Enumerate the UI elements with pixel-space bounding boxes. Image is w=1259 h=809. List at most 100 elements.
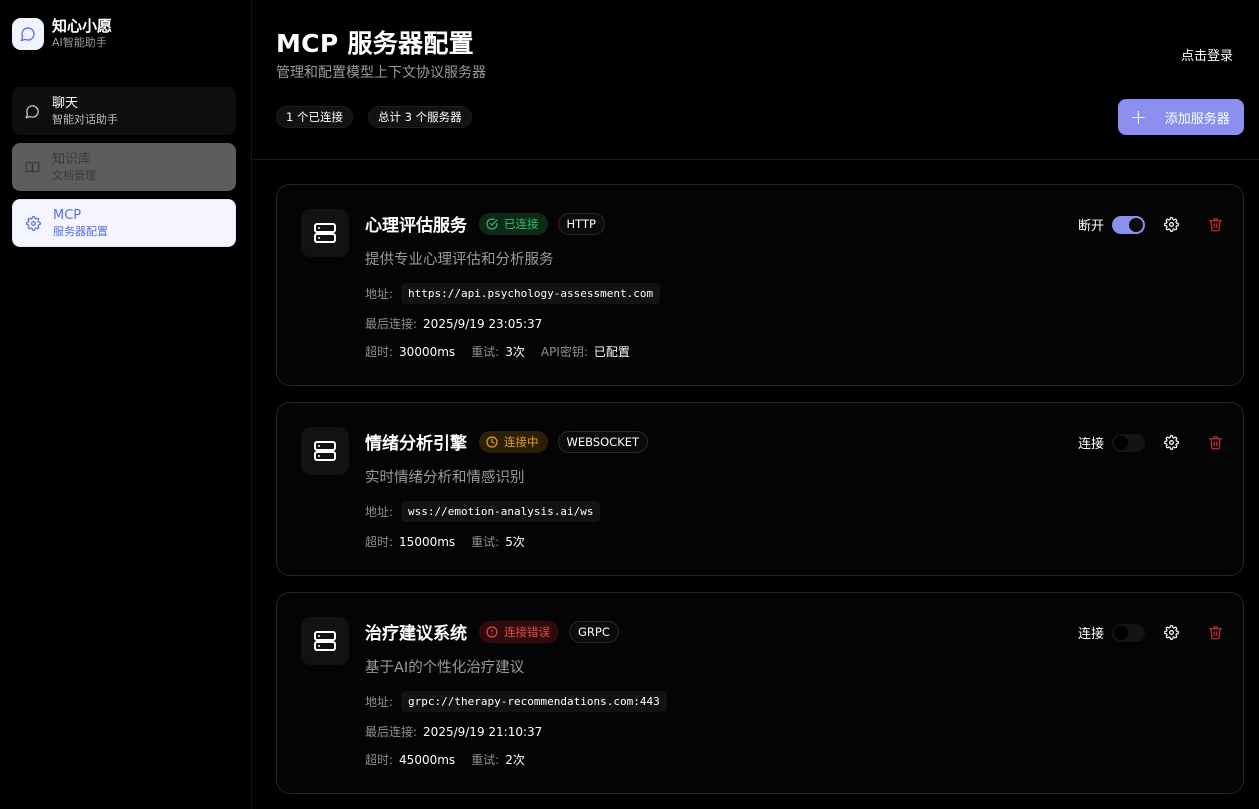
retry-value: 3次 [505, 345, 525, 359]
clock-icon [486, 435, 498, 448]
protocol-badge: WEBSOCKET [557, 430, 649, 453]
server-controls: 连接 [1078, 433, 1223, 452]
gear-icon [25, 215, 41, 231]
connection-toggle[interactable] [1112, 433, 1145, 452]
server-description: 提供专业心理评估和分析服务 [365, 252, 554, 268]
timeout-value: 45000ms [399, 752, 456, 767]
retry-value: 2次 [505, 753, 525, 767]
plus-icon: + [1130, 105, 1147, 129]
login-link[interactable]: 点击登录 [1181, 45, 1233, 64]
config-row: 超时: 15000ms 重试: 5次 [365, 533, 525, 550]
toggle-label: 断开 [1077, 219, 1104, 234]
config-row: 超时: 30000ms 重试: 3次 API密钥: 已配置 [365, 343, 630, 360]
gear-icon[interactable] [1163, 435, 1179, 451]
check-circle-icon [486, 217, 498, 230]
address-label: 地址: [365, 695, 394, 709]
server-name: 治疗建议系统 [365, 624, 467, 644]
main-content: MCP 服务器配置 管理和配置模型上下文协议服务器 点击登录 1 个已连接 总计… [253, 0, 1259, 809]
toggle-knob [1129, 217, 1143, 232]
server-controls: 连接 [1078, 623, 1223, 642]
sidebar: 知心小愿 AI智能助手 聊天 智能对话助手 知识库 文档管理 MCP 服务器配置 [0, 0, 252, 809]
status-text: 连接错误 [504, 624, 550, 639]
server-icon [301, 209, 349, 257]
gear-icon[interactable] [1163, 625, 1179, 641]
timeout-value: 30000ms [399, 344, 456, 359]
server-card: 心理评估服务 已连接 HTTP 提供专业心理评估和分析服务 地址: https:… [276, 184, 1244, 386]
header-divider [253, 159, 1259, 160]
status-badge: 已连接 [479, 212, 548, 235]
sidebar-item-label: 知识库 [52, 151, 92, 167]
last-connected-row: 最后连接: 2025/9/19 23:05:37 [365, 315, 542, 332]
page-subtitle: 管理和配置模型上下文协议服务器 [276, 65, 486, 81]
toggle-knob [1114, 435, 1128, 450]
timeout-label: 超时: [365, 345, 394, 359]
sidebar-item-sublabel: 服务器配置 [53, 224, 108, 238]
sidebar-item-label: MCP [53, 207, 82, 223]
address-row: 地址: grpc://therapy-recommendations.com:4… [365, 691, 667, 712]
trash-icon[interactable] [1207, 435, 1223, 451]
retry-label: 重试: [471, 535, 500, 549]
sidebar-item-label: 聊天 [52, 95, 79, 111]
brand-subtitle: AI智能助手 [52, 36, 107, 49]
sidebar-item-chat[interactable]: 聊天 智能对话助手 [12, 87, 236, 135]
retry-value: 5次 [505, 535, 525, 549]
total-count-badge: 总计 3 个服务器 [368, 106, 472, 128]
address-row: 地址: wss://emotion-analysis.ai/ws [365, 501, 601, 522]
sidebar-item-sublabel: 文档管理 [52, 168, 96, 182]
status-text: 连接中 [504, 434, 539, 449]
trash-icon[interactable] [1207, 217, 1223, 233]
last-connected-value: 2025/9/19 21:10:37 [423, 724, 543, 739]
logo-chat-icon [12, 17, 44, 50]
last-connected-value: 2025/9/19 23:05:37 [423, 316, 543, 331]
brand: 知心小愿 AI智能助手 [12, 17, 112, 50]
alert-circle-icon [486, 625, 498, 638]
retry-label: 重试: [471, 345, 500, 359]
toggle-knob [1114, 625, 1128, 640]
page-title: MCP 服务器配置 [276, 29, 474, 58]
add-server-button[interactable]: + 添加服务器 [1118, 99, 1244, 135]
last-connected-label: 最后连接: [365, 725, 418, 739]
status-badge: 连接中 [479, 430, 548, 453]
api-key-value: 已配置 [593, 345, 630, 359]
server-address: wss://emotion-analysis.ai/ws [401, 501, 601, 522]
server-description: 实时情绪分析和情感识别 [365, 470, 525, 486]
server-card: 治疗建议系统 连接错误 GRPC 基于AI的个性化治疗建议 地址: grpc:/… [276, 592, 1244, 794]
book-icon [24, 159, 40, 175]
timeout-value: 15000ms [399, 534, 456, 549]
connection-toggle[interactable] [1112, 623, 1145, 642]
server-icon [301, 427, 349, 475]
config-row: 超时: 45000ms 重试: 2次 [365, 751, 525, 768]
server-address: https://api.psychology-assessment.com [401, 283, 661, 304]
sidebar-item-knowledge-base[interactable]: 知识库 文档管理 [12, 143, 236, 191]
last-connected-row: 最后连接: 2025/9/19 21:10:37 [365, 723, 542, 740]
server-name: 情绪分析引擎 [365, 434, 467, 454]
last-connected-label: 最后连接: [365, 317, 418, 331]
chat-bubble-icon [24, 103, 40, 119]
server-card: 情绪分析引擎 连接中 WEBSOCKET 实时情绪分析和情感识别 地址: wss… [276, 402, 1244, 576]
address-label: 地址: [365, 505, 394, 519]
server-address: grpc://therapy-recommendations.com:443 [401, 691, 667, 712]
connection-toggle[interactable] [1112, 215, 1145, 234]
sidebar-item-mcp[interactable]: MCP 服务器配置 [12, 199, 236, 247]
api-key-label: API密钥: [540, 345, 588, 359]
server-controls: 断开 [1078, 215, 1223, 234]
timeout-label: 超时: [365, 753, 394, 767]
gear-icon[interactable] [1163, 217, 1179, 233]
sidebar-item-sublabel: 智能对话助手 [52, 112, 118, 126]
status-text: 已连接 [504, 216, 539, 231]
address-row: 地址: https://api.psychology-assessment.co… [365, 283, 661, 304]
toggle-label: 连接 [1077, 437, 1104, 452]
status-badge: 连接错误 [479, 620, 559, 643]
address-label: 地址: [365, 287, 394, 301]
trash-icon[interactable] [1207, 625, 1223, 641]
connected-count-badge: 1 个已连接 [276, 106, 353, 128]
server-name: 心理评估服务 [365, 216, 467, 236]
timeout-label: 超时: [365, 535, 394, 549]
add-server-label: 添加服务器 [1164, 111, 1230, 127]
server-icon [301, 617, 349, 665]
protocol-badge: HTTP [557, 212, 605, 235]
protocol-badge: GRPC [569, 620, 619, 643]
brand-name: 知心小愿 [52, 17, 113, 35]
retry-label: 重试: [471, 753, 500, 767]
server-description: 基于AI的个性化治疗建议 [365, 660, 525, 676]
